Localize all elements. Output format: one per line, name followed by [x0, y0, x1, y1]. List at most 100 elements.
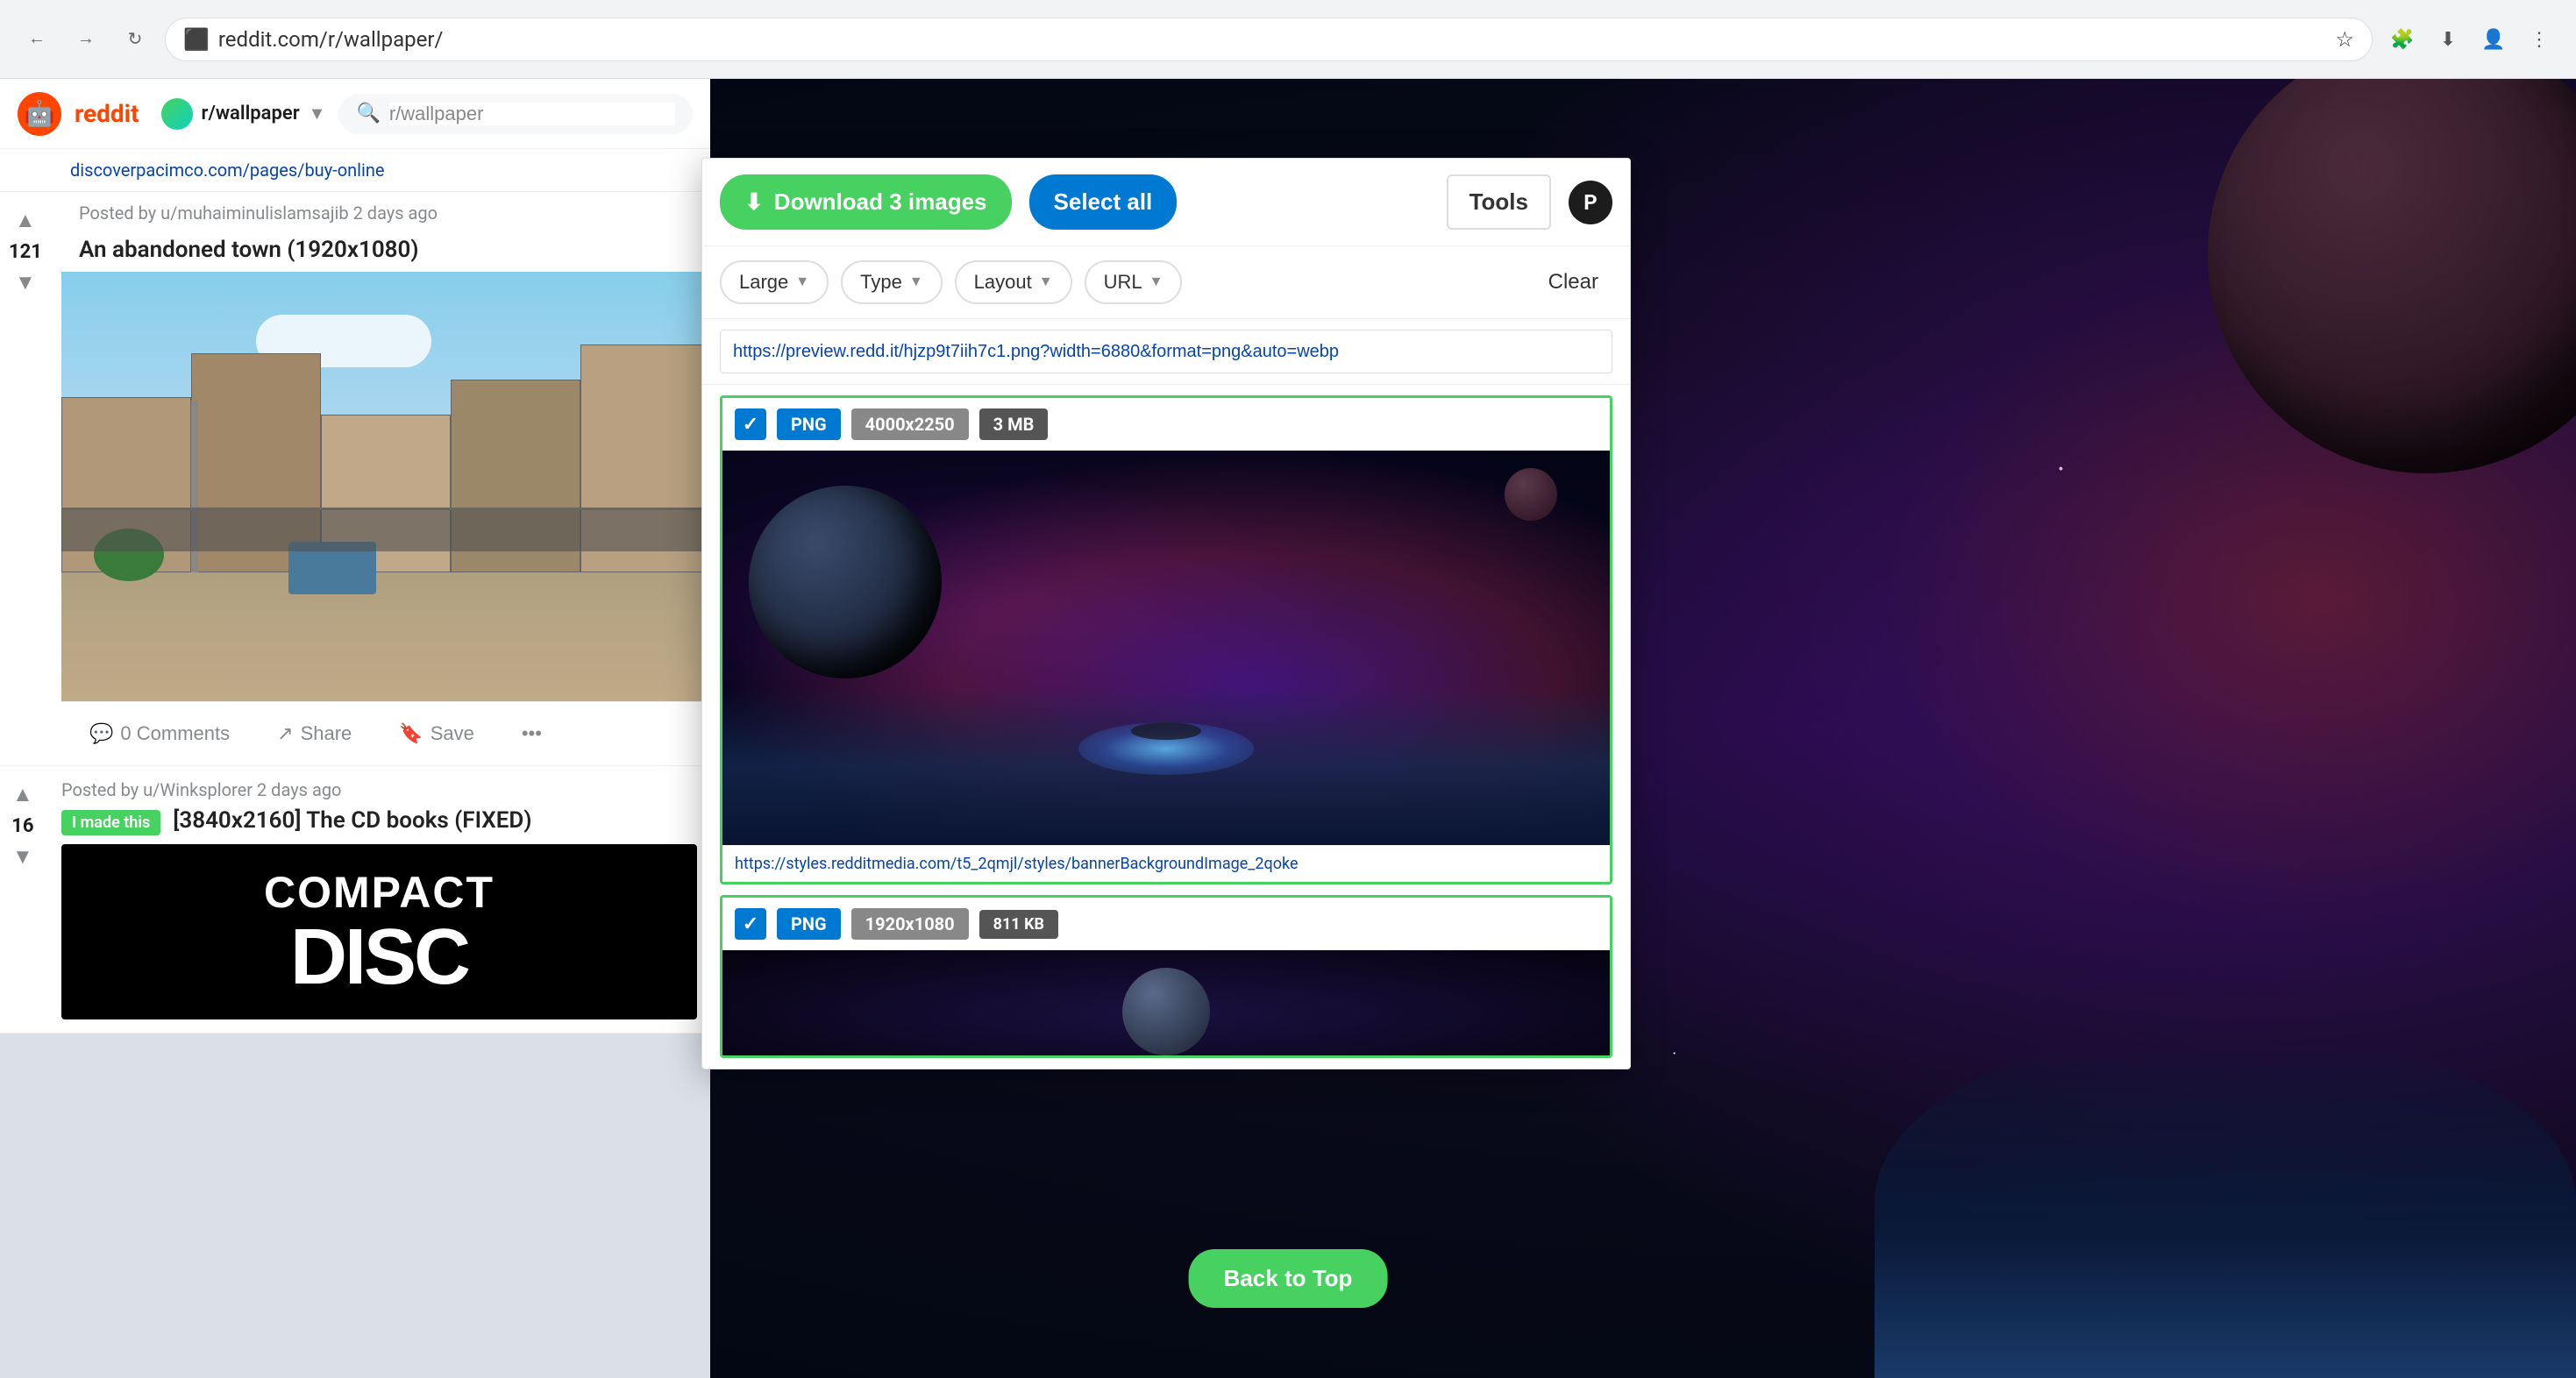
- image-card-1-dimensions-badge: 4000x2250: [851, 408, 969, 440]
- clear-button[interactable]: Clear: [1534, 261, 1612, 303]
- more-btn-1[interactable]: •••: [511, 715, 552, 752]
- url-input-row: [702, 319, 1630, 385]
- more-options-button[interactable]: ⋮: [2520, 20, 2558, 59]
- share-label-1: Share: [301, 722, 352, 745]
- filter-type-chevron: ▼: [909, 274, 923, 290]
- subreddit-name[interactable]: r/wallpaper: [202, 103, 300, 124]
- image-card-2-header: PNG 1920x1080 811 KB: [722, 898, 1610, 950]
- filter-type-button[interactable]: Type ▼: [841, 260, 943, 304]
- post2-title-row: I made this [3840x2160] The CD books (FI…: [61, 807, 697, 835]
- tools-button[interactable]: Tools: [1447, 174, 1551, 230]
- post1-actions: 💬 0 Comments ↗ Share 🔖 Save •••: [61, 701, 710, 765]
- save-btn-1[interactable]: 🔖 Save: [388, 715, 485, 752]
- lock-icon: ⬛: [183, 27, 210, 52]
- reload-button[interactable]: ↻: [116, 20, 154, 59]
- filter-url-label: URL: [1104, 271, 1142, 294]
- vote-count-2: 16: [11, 815, 33, 837]
- filter-layout-label: Layout: [974, 271, 1032, 294]
- post1-author: Posted by u/muhaiminulislamsajib 2 days …: [79, 202, 438, 224]
- space-scene-card2: [722, 950, 1610, 1055]
- address-bar[interactable]: ⬛ reddit.com/r/wallpaper/ ☆: [165, 18, 2373, 61]
- main-content: 🤖 reddit r/wallpaper ▼ 🔍 discoverpacimco…: [0, 79, 2576, 1378]
- share-btn-1[interactable]: ↗ Share: [267, 715, 362, 752]
- planet-bottom: [1875, 1027, 2576, 1378]
- bookmark-icon: ☆: [2335, 27, 2354, 52]
- save-label-1: Save: [431, 722, 474, 745]
- space-scene-card1: [722, 451, 1610, 845]
- cd-text-area: COMPACT disc: [264, 867, 495, 997]
- comments-btn-1[interactable]: 💬 0 Comments: [79, 715, 240, 752]
- download-manager-icon[interactable]: ⬇: [2429, 20, 2467, 59]
- anime-overpass: [61, 508, 710, 551]
- filter-layout-chevron: ▼: [1039, 274, 1053, 290]
- download-images-label: Download 3 images: [774, 188, 987, 216]
- post1-header: Posted by u/muhaiminulislamsajib 2 days …: [61, 192, 710, 232]
- filter-size-button[interactable]: Large ▼: [720, 260, 829, 304]
- post1-image[interactable]: [61, 272, 710, 701]
- panel-header: ⬇ Download 3 images Select all Tools P: [702, 159, 1630, 246]
- filter-type-label: Type: [860, 271, 902, 294]
- browser-chrome: ← → ↻ ⬛ reddit.com/r/wallpaper/ ☆ 🧩 ⬇ 👤 …: [0, 0, 2576, 79]
- post1-title: An abandoned town (1920x1080): [79, 237, 419, 263]
- tools-label: Tools: [1469, 188, 1528, 215]
- planet-card2: [1122, 968, 1210, 1055]
- download-panel: ⬇ Download 3 images Select all Tools P L…: [701, 158, 1631, 1069]
- back-button[interactable]: ←: [18, 20, 56, 59]
- forward-button[interactable]: →: [67, 20, 105, 59]
- reddit-logo-bar: 🤖 reddit r/wallpaper ▼ 🔍: [0, 79, 710, 149]
- spaceship-card1: [1131, 722, 1201, 740]
- image-card-2: PNG 1920x1080 811 KB: [720, 895, 1612, 1058]
- comments-label-1: 0 Comments: [120, 722, 230, 745]
- comment-icon: 💬: [89, 722, 113, 745]
- filter-url-button[interactable]: URL ▼: [1085, 260, 1183, 304]
- image-card-1-url: https://styles.redditmedia.com/t5_2qmjl/…: [722, 845, 1610, 882]
- save-icon: 🔖: [399, 722, 423, 745]
- search-input[interactable]: [389, 103, 675, 125]
- subreddit-dropdown-icon[interactable]: ▼: [309, 103, 326, 124]
- post1-container: ▲ 121 ▼ Posted by u/muhaiminulislamsajib…: [0, 192, 710, 766]
- cd-preview[interactable]: COMPACT disc: [61, 844, 697, 1019]
- select-all-label: Select all: [1054, 188, 1153, 215]
- back-to-top-button[interactable]: Back to Top: [1189, 1249, 1388, 1308]
- profile-button[interactable]: 👤: [2474, 20, 2513, 59]
- vote-section-1: ▲ 121 ▼: [9, 205, 42, 299]
- select-all-button[interactable]: Select all: [1029, 174, 1178, 230]
- url-input[interactable]: [720, 330, 1612, 373]
- image-card-1-preview[interactable]: [722, 451, 1610, 845]
- downvote-1[interactable]: ▼: [11, 267, 39, 299]
- image-card-1-checkbox[interactable]: [735, 408, 766, 440]
- image-card-2-checkbox[interactable]: [735, 908, 766, 940]
- filter-url-chevron: ▼: [1149, 274, 1163, 290]
- image-card-1-header: PNG 4000x2250 3 MB: [722, 398, 1610, 451]
- vote-section-2: ▲ 16 ▼: [9, 779, 37, 873]
- back-to-top-label: Back to Top: [1224, 1265, 1353, 1291]
- downvote-2[interactable]: ▼: [9, 842, 37, 873]
- image-card-2-size-badge: 811 KB: [979, 910, 1058, 939]
- image-card-1-size-badge: 3 MB: [979, 408, 1049, 440]
- anime-scene: [61, 272, 710, 701]
- cd-disc: disc: [264, 918, 495, 997]
- image-card-1: PNG 4000x2250 3 MB https://styles.reddit…: [720, 395, 1612, 884]
- clear-label: Clear: [1548, 270, 1598, 294]
- url-above-post: discoverpacimco.com/pages/buy-online: [0, 149, 710, 192]
- filter-bar: Large ▼ Type ▼ Layout ▼ URL ▼ Clear: [702, 246, 1630, 319]
- filter-layout-button[interactable]: Layout ▼: [955, 260, 1072, 304]
- upvote-1[interactable]: ▲: [11, 205, 39, 237]
- post2-container: ▲ 16 ▼ Posted by u/Winksplorer 2 days ag…: [0, 766, 710, 1034]
- planet-right-card1: [1505, 468, 1557, 521]
- image-card-2-preview[interactable]: [722, 950, 1610, 1055]
- download-images-button[interactable]: ⬇ Download 3 images: [720, 174, 1012, 230]
- vote-count-1: 121: [9, 241, 42, 263]
- download-arrow-icon: ⬇: [744, 188, 764, 216]
- image-card-2-dimensions-badge: 1920x1080: [851, 908, 969, 940]
- search-icon: 🔍: [356, 103, 380, 124]
- extensions-button[interactable]: 🧩: [2383, 20, 2422, 59]
- reddit-logo[interactable]: 🤖: [18, 92, 61, 136]
- cd-compact: COMPACT: [264, 867, 495, 918]
- upvote-2[interactable]: ▲: [9, 779, 37, 811]
- post1-title-wrap[interactable]: An abandoned town (1920x1080): [61, 232, 710, 272]
- image-card-1-format-badge: PNG: [777, 408, 841, 440]
- anime-road: [61, 572, 710, 701]
- reddit-sidebar: 🤖 reddit r/wallpaper ▼ 🔍 discoverpacimco…: [0, 79, 710, 1378]
- profile-avatar[interactable]: P: [1569, 181, 1612, 224]
